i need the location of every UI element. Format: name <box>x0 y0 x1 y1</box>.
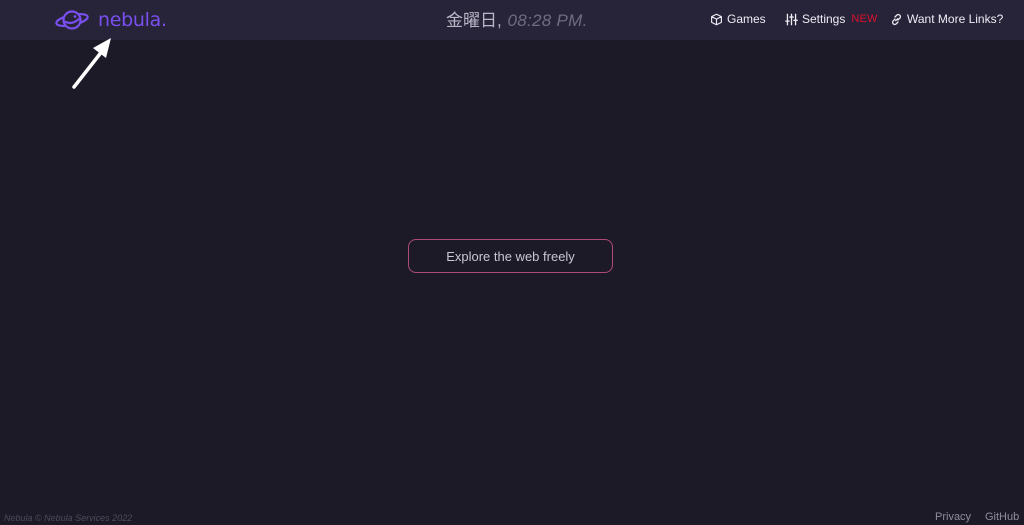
footer-privacy-link[interactable]: Privacy <box>935 511 971 523</box>
nav-games-label: Games <box>727 12 766 26</box>
nav-settings-label: Settings <box>802 12 846 26</box>
new-badge: NEW <box>851 13 878 25</box>
link-icon <box>892 13 901 25</box>
clock-day: 金曜日, <box>446 11 502 30</box>
logo-text: nebula. <box>98 9 167 31</box>
clock-time: 08:28 PM. <box>507 11 588 30</box>
planet-icon <box>55 10 89 30</box>
footer-copyright: Nebula © Nebula Services 2022 <box>4 513 133 523</box>
cube-icon <box>711 13 722 25</box>
pointer-arrow-icon <box>72 38 111 89</box>
explore-web-button[interactable]: Explore the web freely <box>408 239 613 273</box>
top-navigation-bar: nebula. 金曜日, 08:28 PM. Games Settings NE… <box>0 0 1024 40</box>
sliders-icon <box>785 13 798 25</box>
nav-games[interactable]: Games <box>710 12 766 26</box>
clock-display: 金曜日, 08:28 PM. <box>446 11 588 31</box>
nav-settings[interactable]: Settings NEW <box>785 12 878 26</box>
home-logo-link[interactable]: nebula. <box>54 6 167 34</box>
footer-github-link[interactable]: GitHub <box>985 511 1019 523</box>
nav-want-more-links[interactable]: Want More Links? <box>890 12 1003 26</box>
nav-links-label: Want More Links? <box>907 12 1004 26</box>
